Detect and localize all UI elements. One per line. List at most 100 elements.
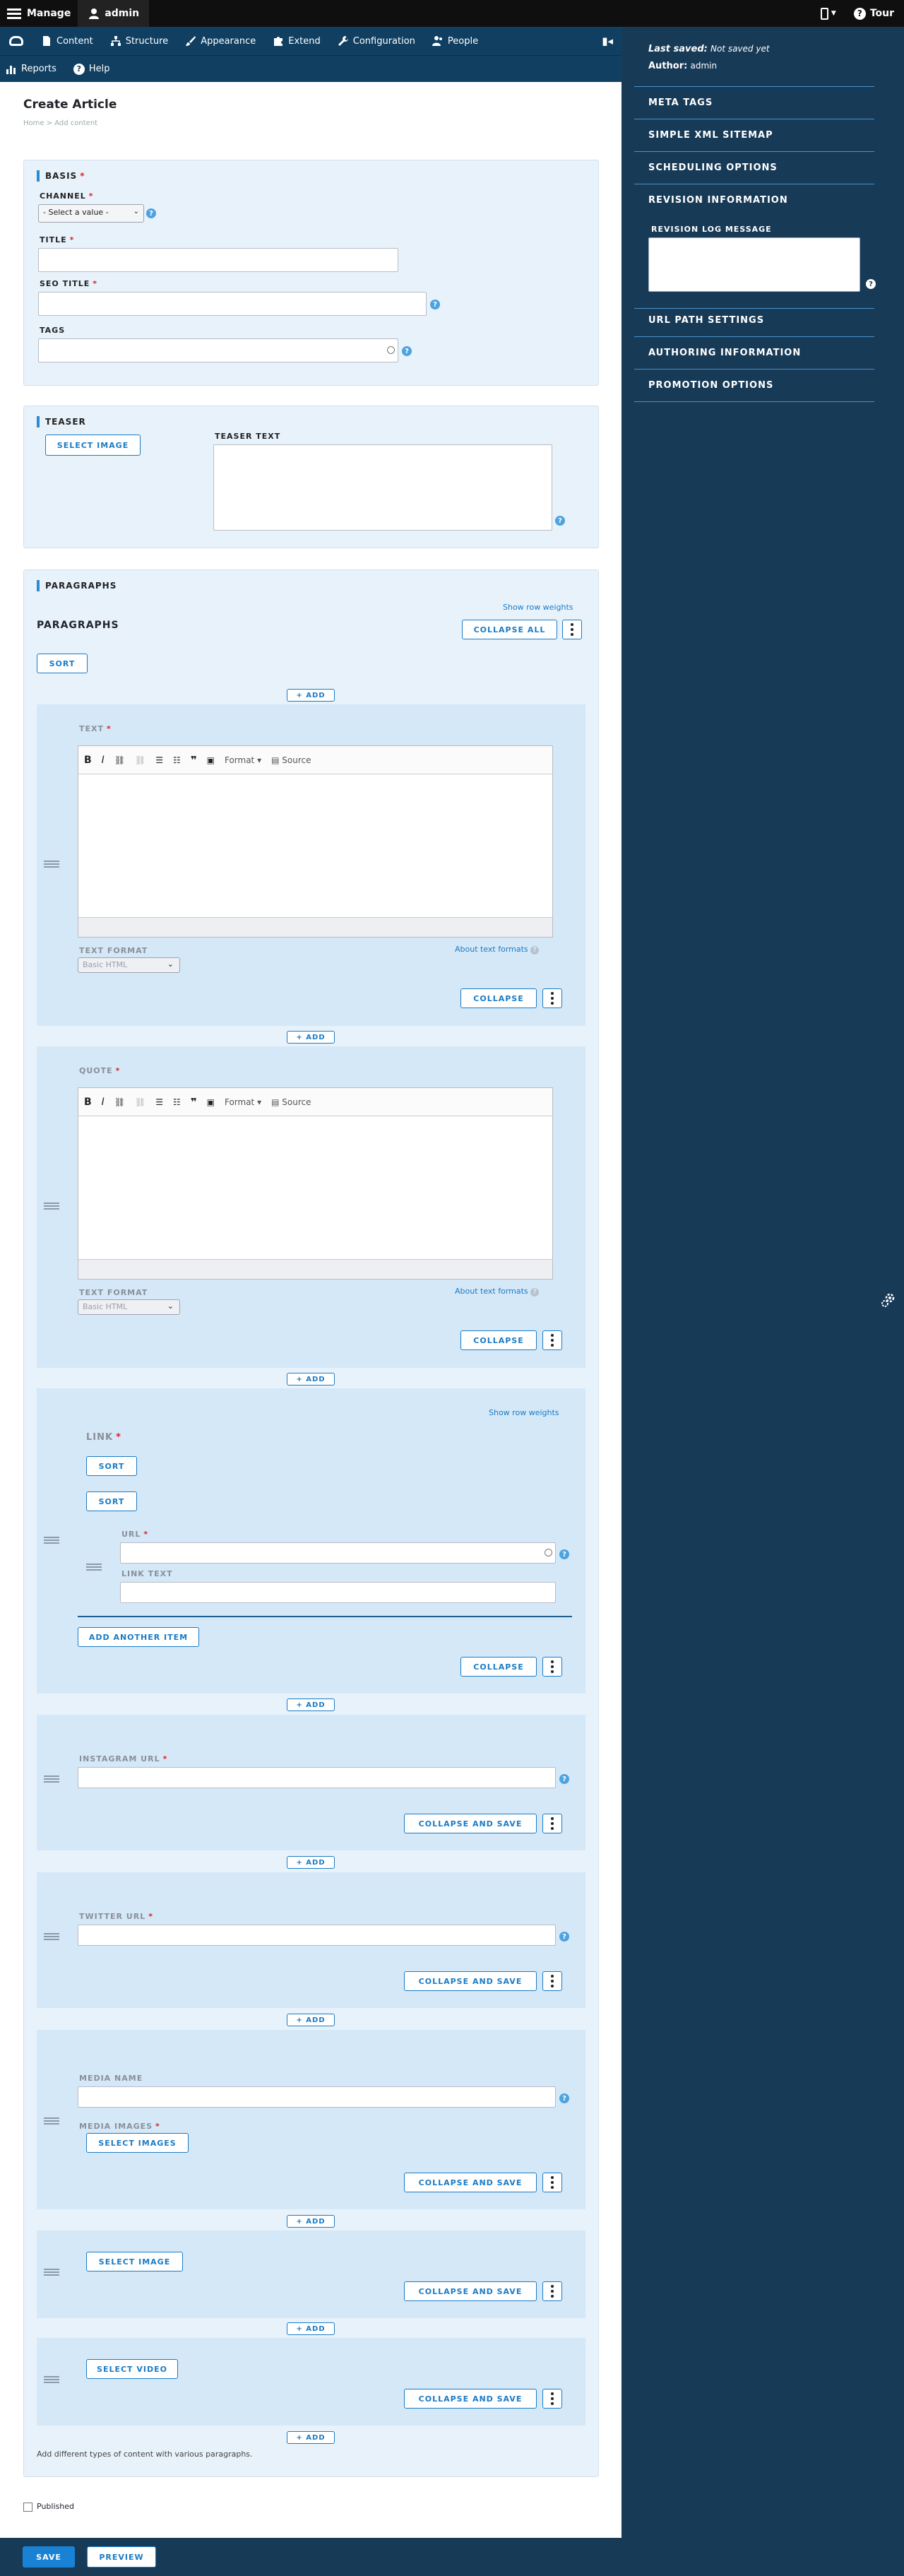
sort-button[interactable]: SORT — [86, 1491, 137, 1511]
drag-handle-icon[interactable] — [44, 2375, 59, 2383]
tray-item-help[interactable]: ? Help — [65, 55, 119, 83]
bulleted-list-icon[interactable]: ☰ — [155, 755, 163, 765]
select-image-button[interactable]: SELECT IMAGE — [86, 2252, 183, 2271]
scheduling-section[interactable]: SCHEDULING OPTIONS — [648, 163, 778, 173]
add-paragraph-button[interactable]: + ADD — [287, 689, 335, 702]
bold-icon[interactable]: B — [84, 755, 92, 766]
drag-handle-icon[interactable] — [86, 1562, 102, 1571]
add-another-item-button[interactable]: ADD ANOTHER ITEM — [78, 1627, 199, 1647]
help-icon[interactable]: ? — [559, 1932, 569, 1942]
collapse-all-button[interactable]: COLLAPSE ALL — [462, 620, 557, 639]
about-text-formats-link[interactable]: About text formats ? — [455, 1287, 540, 1296]
save-button[interactable]: SAVE — [23, 2546, 75, 2568]
sort-button[interactable]: SORT — [86, 1456, 137, 1476]
promotion-section[interactable]: PROMOTION OPTIONS — [648, 380, 773, 391]
image-icon[interactable]: ▣ — [207, 1097, 215, 1107]
meta-tags-section[interactable]: META TAGS — [648, 98, 713, 108]
tray-item-extend[interactable]: Extend — [264, 27, 329, 55]
collapse-button[interactable]: COLLAPSE — [460, 1657, 537, 1677]
add-paragraph-button[interactable]: + ADD — [287, 1856, 335, 1869]
help-icon[interactable]: ? — [866, 279, 876, 289]
text-editor[interactable]: B I ⛓ ⛓ ☰ ☷ ❞ ▣ Format ▾ ▤ Source — [78, 745, 553, 938]
teaser-text-area[interactable] — [213, 444, 552, 531]
device-preview-button[interactable]: ▼ — [813, 0, 844, 27]
drag-handle-icon[interactable] — [44, 2116, 59, 2125]
published-checkbox[interactable] — [23, 2503, 32, 2512]
add-paragraph-button[interactable]: + ADD — [287, 2014, 335, 2026]
tags-input[interactable] — [38, 338, 398, 362]
select-video-button[interactable]: SELECT VIDEO — [86, 2359, 178, 2379]
drag-handle-icon[interactable] — [44, 1932, 59, 1940]
more-actions-button[interactable] — [542, 1330, 562, 1350]
drag-handle-icon[interactable] — [44, 1201, 59, 1210]
collapse-and-save-button[interactable]: COLLAPSE AND SAVE — [404, 1814, 537, 1833]
drupal-logo-icon[interactable] — [0, 27, 32, 55]
add-paragraph-button[interactable]: + ADD — [287, 2431, 335, 2444]
text-format-select[interactable]: Basic HTML ⌄ — [78, 957, 180, 973]
twitter-url-input[interactable] — [78, 1925, 556, 1946]
collapse-and-save-button[interactable]: COLLAPSE AND SAVE — [404, 2389, 537, 2409]
collapse-and-save-button[interactable]: COLLAPSE AND SAVE — [404, 2281, 537, 2301]
tray-item-configuration[interactable]: Configuration — [329, 27, 424, 55]
preview-button[interactable]: PREVIEW — [87, 2546, 156, 2568]
sort-button[interactable]: SORT — [37, 654, 88, 673]
help-icon[interactable]: ? — [555, 516, 565, 526]
tray-item-reports[interactable]: Reports — [0, 55, 65, 83]
about-text-formats-link[interactable]: About text formats ? — [455, 945, 540, 955]
add-paragraph-button[interactable]: + ADD — [287, 2215, 335, 2228]
quote-editor[interactable]: B I ⛓ ⛓ ☰ ☷ ❞ ▣ Format ▾ ▤ Source — [78, 1087, 553, 1280]
drag-handle-icon[interactable] — [44, 2267, 59, 2276]
more-actions-button[interactable] — [542, 988, 562, 1008]
numbered-list-icon[interactable]: ☷ — [173, 1097, 181, 1107]
unlink-icon[interactable]: ⛓ — [135, 755, 145, 765]
bold-icon[interactable]: B — [84, 1097, 92, 1108]
revision-log-input[interactable] — [648, 237, 860, 292]
help-icon[interactable]: ? — [146, 208, 156, 218]
more-actions-button[interactable] — [542, 2281, 562, 2301]
show-row-weights-link[interactable]: Show row weights — [503, 603, 573, 612]
drag-handle-icon[interactable] — [44, 1535, 59, 1544]
add-paragraph-button[interactable]: + ADD — [287, 1373, 335, 1386]
collapse-tray-icon[interactable]: ▮◂ — [593, 35, 622, 47]
tray-item-appearance[interactable]: Appearance — [177, 27, 264, 55]
format-dropdown[interactable]: Format ▾ — [225, 1097, 261, 1107]
link-icon[interactable]: ⛓ — [114, 755, 125, 765]
breadcrumb[interactable]: Home > Add content — [23, 119, 97, 127]
url-path-section[interactable]: URL PATH SETTINGS — [648, 315, 764, 326]
title-input[interactable] — [38, 248, 398, 272]
settings-gear-icon[interactable] — [880, 1292, 897, 1308]
drag-handle-icon[interactable] — [44, 1774, 59, 1783]
collapse-and-save-button[interactable]: COLLAPSE AND SAVE — [404, 2173, 537, 2192]
source-button[interactable]: ▤ Source — [271, 755, 311, 765]
add-paragraph-button[interactable]: + ADD — [287, 1698, 335, 1711]
help-icon[interactable]: ? — [559, 2093, 569, 2103]
image-icon[interactable]: ▣ — [207, 755, 215, 765]
more-actions-button[interactable] — [542, 2389, 562, 2409]
tray-item-structure[interactable]: Structure — [102, 27, 177, 55]
drag-handle-icon[interactable] — [44, 859, 59, 868]
more-actions-button[interactable] — [542, 2173, 562, 2192]
media-name-input[interactable] — [78, 2086, 556, 2108]
show-row-weights-link[interactable]: Show row weights — [489, 1408, 559, 1417]
unlink-icon[interactable]: ⛓ — [135, 1097, 145, 1107]
xml-sitemap-section[interactable]: SIMPLE XML SITEMAP — [648, 130, 773, 141]
collapse-button[interactable]: COLLAPSE — [460, 988, 537, 1008]
help-icon[interactable]: ? — [559, 1774, 569, 1784]
bulleted-list-icon[interactable]: ☰ — [155, 1097, 163, 1107]
more-actions-button[interactable] — [542, 1814, 562, 1833]
link-icon[interactable]: ⛓ — [114, 1097, 125, 1107]
blockquote-icon[interactable]: ❞ — [191, 754, 197, 767]
italic-icon[interactable]: I — [102, 755, 105, 766]
user-tab[interactable]: admin — [78, 0, 150, 27]
more-actions-button[interactable] — [542, 1971, 562, 1991]
collapse-button[interactable]: COLLAPSE — [460, 1330, 537, 1350]
more-actions-button[interactable] — [542, 1657, 562, 1677]
format-dropdown[interactable]: Format ▾ — [225, 755, 261, 765]
more-actions-button[interactable] — [562, 620, 582, 639]
tray-item-content[interactable]: Content — [32, 27, 102, 55]
add-paragraph-button[interactable]: + ADD — [287, 2322, 335, 2335]
seo-title-input[interactable] — [38, 292, 427, 316]
help-icon[interactable]: ? — [402, 346, 412, 356]
tour-button[interactable]: ? Tour — [844, 7, 904, 20]
text-format-select[interactable]: Basic HTML ⌄ — [78, 1299, 180, 1315]
